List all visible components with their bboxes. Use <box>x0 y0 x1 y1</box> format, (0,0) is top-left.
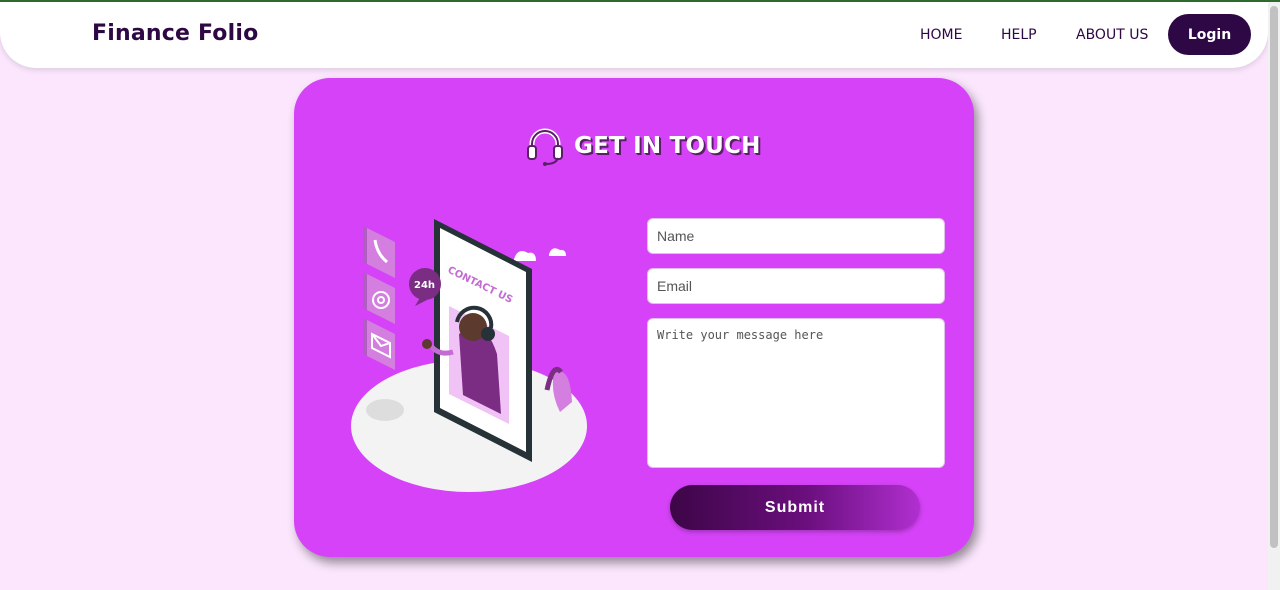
name-field[interactable] <box>647 218 945 254</box>
headset-icon <box>527 128 563 166</box>
nav-help-link[interactable]: HELP <box>1001 27 1037 43</box>
contact-illustration: CONTACT US 24h <box>351 219 587 492</box>
phone-icon <box>363 226 395 278</box>
badge-24h: 24h <box>414 280 435 291</box>
contact-card: GET IN TOUCH CONTACT US 24h Name Email W… <box>294 78 974 557</box>
at-icon <box>363 272 395 324</box>
message-textarea[interactable] <box>647 318 945 468</box>
login-button[interactable]: Login <box>1168 14 1251 55</box>
email-field[interactable] <box>647 268 945 304</box>
brand-logo[interactable]: Finance Folio <box>92 21 258 46</box>
nav-home-link[interactable]: HOME <box>920 27 962 43</box>
top-navbar: Finance Folio HOME HELP ABOUT US Login <box>0 2 1268 68</box>
page-title: GET IN TOUCH <box>574 133 761 159</box>
scrollbar-thumb[interactable] <box>1270 6 1278 548</box>
contact-heading: GET IN TOUCH <box>524 126 761 166</box>
nav-about-link[interactable]: ABOUT US <box>1076 27 1148 43</box>
submit-button[interactable]: Submit <box>670 485 920 530</box>
mail-icon <box>363 318 395 370</box>
svg-text:24h: 24h <box>414 280 435 291</box>
